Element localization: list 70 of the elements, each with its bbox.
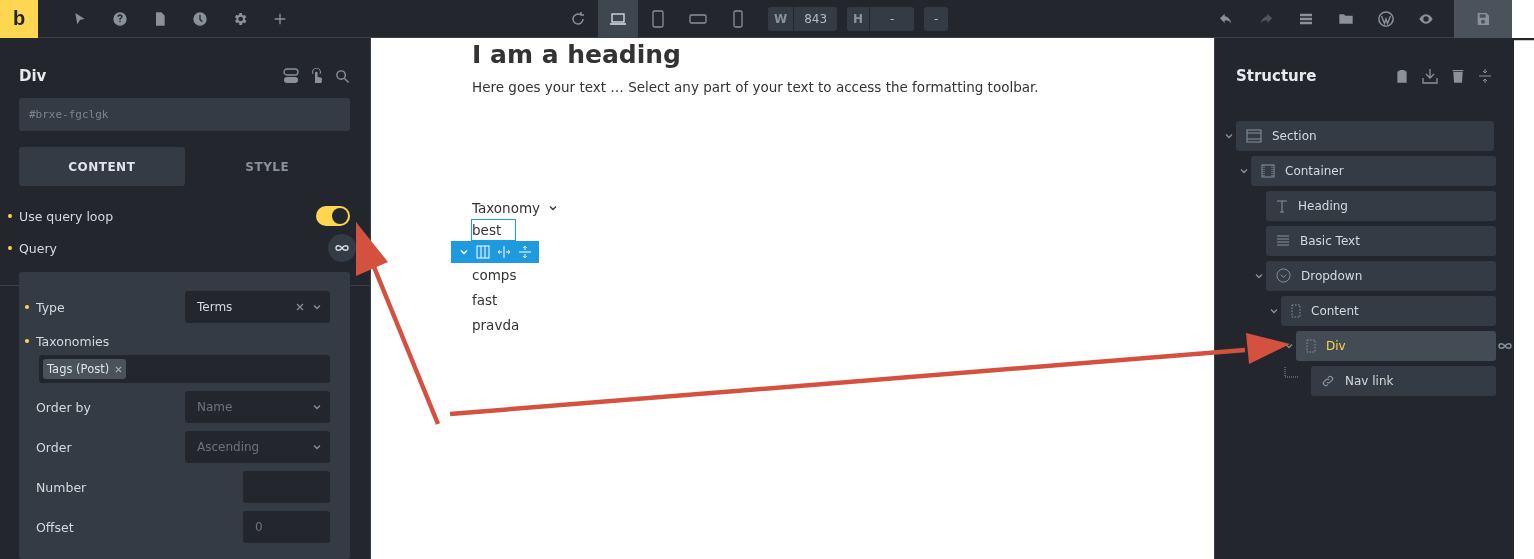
structure-item[interactable]: Heading	[1266, 190, 1496, 221]
structure-item[interactable]: Nav link	[1311, 365, 1496, 396]
field-label: Order by	[36, 399, 91, 415]
tablet-landscape-icon	[688, 12, 707, 25]
field-label: Use query loop	[19, 208, 114, 224]
heading-icon	[1276, 198, 1288, 213]
tab[interactable]: STYLE	[184, 147, 350, 186]
structure-item[interactable]: Content	[1281, 295, 1496, 326]
trash-icon	[1450, 68, 1466, 84]
horizontal-resize-icon[interactable]	[496, 245, 511, 259]
field-label: Type	[36, 299, 65, 315]
loop-icon	[1497, 340, 1513, 351]
taxonomy-term-link[interactable]: best	[472, 220, 516, 240]
structure-item[interactable]: Dropdown	[1266, 260, 1496, 291]
field-label: Query	[19, 240, 57, 256]
taxonomy-term-link[interactable]: fast	[472, 287, 498, 312]
chevron-down-icon[interactable]	[548, 203, 559, 213]
tab[interactable]: CONTENT	[19, 147, 185, 186]
id-field[interactable]: #brxe-fgclgk	[19, 98, 350, 131]
text-lines-icon	[1276, 234, 1290, 247]
device-button[interactable]	[597, 0, 638, 38]
logo[interactable]: b	[0, 0, 38, 38]
body-text: Here goes your text … Select any part of your text to access the formatting toolbar.	[472, 79, 1040, 95]
query-loop-button[interactable]	[328, 234, 356, 262]
height-field[interactable]: H -	[847, 6, 915, 31]
tags-field[interactable]: Tags (Post)	[39, 355, 330, 383]
chevron-icon[interactable]	[312, 442, 322, 452]
heading: I am a heading	[472, 40, 682, 69]
select-field[interactable]: Terms	[185, 291, 330, 323]
structure-item[interactable]: Basic Text	[1266, 225, 1496, 256]
field-label: Order	[36, 439, 72, 455]
pointer-hand-icon[interactable]	[309, 68, 325, 84]
toggles-icon[interactable]	[283, 68, 299, 84]
structure-item[interactable]: Container	[1251, 155, 1496, 186]
panel-title: Structure	[1236, 67, 1317, 85]
laptop-icon	[608, 11, 627, 26]
taxonomy-term-link[interactable]: pravda	[472, 312, 520, 337]
phone-icon	[731, 9, 744, 28]
chevron-icon[interactable]	[312, 402, 322, 412]
field-label: Offset	[36, 519, 74, 535]
vertical-resize-icon[interactable]	[517, 245, 532, 259]
save-icon[interactable]	[1454, 0, 1512, 38]
search-icon[interactable]	[335, 68, 350, 84]
toggle-switch[interactable]	[316, 206, 350, 226]
clear-icon[interactable]	[296, 303, 304, 311]
scale-field[interactable]: -	[924, 6, 949, 31]
tablet-icon	[650, 9, 665, 28]
structure-item[interactable]: Section	[1236, 120, 1494, 151]
chevron-icon[interactable]	[312, 302, 322, 312]
div-icon	[1291, 303, 1301, 318]
field-label: Taxonomies	[36, 333, 110, 349]
container-icon	[1261, 163, 1275, 178]
clipboard-icon	[1394, 68, 1410, 84]
dropdown-toggle[interactable]: Taxonomy	[472, 200, 1214, 216]
div-icon	[1306, 338, 1316, 353]
tree-connector	[1284, 367, 1298, 381]
width-field[interactable]: W 843	[767, 6, 838, 31]
link-icon	[1321, 373, 1335, 388]
download-icon[interactable]	[1422, 68, 1438, 84]
dropdown-icon	[1276, 268, 1291, 283]
taxonomy-term-link[interactable]: comps	[472, 262, 517, 287]
remove-tag-icon[interactable]	[115, 365, 123, 373]
section-icon	[1246, 128, 1262, 143]
field-label: Number	[36, 479, 87, 495]
infinity-icon	[334, 243, 350, 253]
window-edge	[1512, 0, 1534, 38]
panel-title: Div	[19, 67, 47, 85]
columns-icon[interactable]	[475, 245, 490, 259]
structure-item[interactable]: Div	[1296, 330, 1496, 361]
collapse-icon[interactable]	[1478, 68, 1492, 84]
